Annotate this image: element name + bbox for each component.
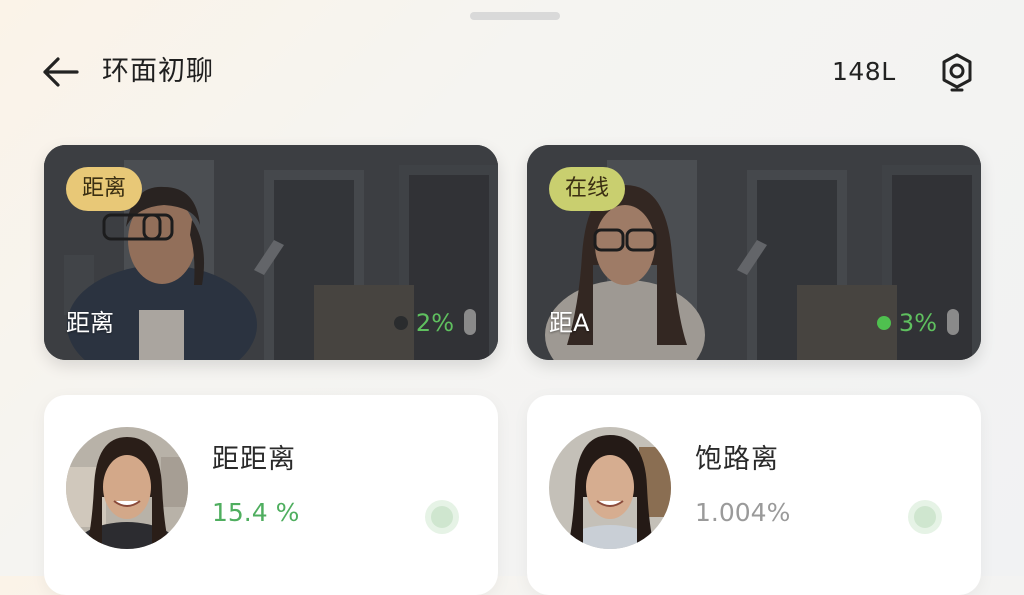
user-stat: 1.004% xyxy=(695,498,791,527)
percent-value: 2% xyxy=(415,309,454,337)
user-stat: 15.4 % xyxy=(212,498,300,527)
avatar xyxy=(66,427,188,549)
camera-button[interactable] xyxy=(934,50,980,96)
video-name: 距A xyxy=(549,309,590,337)
page-title: 环面初聊 xyxy=(102,56,214,87)
status-tag: 距离 xyxy=(66,167,143,211)
toggle-handle[interactable] xyxy=(464,309,476,335)
back-button[interactable] xyxy=(38,52,82,92)
drag-handle[interactable] xyxy=(470,12,560,20)
arrow-left-icon xyxy=(43,57,79,87)
video-card[interactable]: 距离 距离 2% xyxy=(44,145,498,360)
status-tag: 在线 xyxy=(549,167,626,211)
status-dot xyxy=(876,316,891,330)
user-name: 距距离 xyxy=(212,444,296,475)
toggle-handle[interactable] xyxy=(947,309,959,335)
video-card[interactable]: 在线 距A 3% xyxy=(527,145,981,360)
status-indicator xyxy=(425,500,459,534)
count-label: 148L xyxy=(832,57,896,86)
video-percent: 3% xyxy=(876,305,955,341)
camera-icon xyxy=(942,53,972,92)
user-card[interactable]: 距距离 15.4 % xyxy=(44,395,498,595)
avatar xyxy=(549,427,671,549)
video-name: 距离 xyxy=(66,309,114,337)
status-indicator xyxy=(908,500,942,534)
video-percent: 2% xyxy=(393,305,472,341)
percent-value: 3% xyxy=(898,309,937,337)
user-name: 饱路离 xyxy=(695,444,779,475)
status-dot xyxy=(393,316,408,330)
user-card[interactable]: 饱路离 1.004% xyxy=(527,395,981,595)
